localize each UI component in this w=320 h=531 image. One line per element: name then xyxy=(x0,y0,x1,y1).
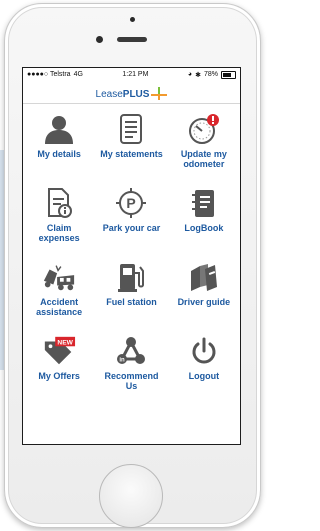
parking-icon: P xyxy=(114,186,148,220)
home-button[interactable] xyxy=(99,464,163,528)
menu-label: Recommend Us xyxy=(104,371,159,391)
bluetooth-icon: ✱ xyxy=(195,71,201,79)
menu-label: Accident assistance xyxy=(36,297,83,317)
menu-tile-driver-guide[interactable]: Driver guide xyxy=(168,260,240,334)
menu-tile-fuel-station[interactable]: Fuel station xyxy=(95,260,167,334)
svg-text:P: P xyxy=(127,195,136,211)
share-icon: in xyxy=(114,334,148,368)
logbook-icon xyxy=(187,186,221,220)
menu-label: Fuel station xyxy=(106,297,157,307)
tag-new-icon: NEW xyxy=(42,334,76,368)
menu-tile-logbook[interactable]: LogBook xyxy=(168,186,240,260)
person-icon xyxy=(42,112,76,146)
menu-label: Update my odometer xyxy=(180,149,227,169)
network-label: 4G xyxy=(73,71,83,78)
new-badge-text: NEW xyxy=(58,339,74,346)
battery-percent: 78% xyxy=(203,71,218,78)
front-camera xyxy=(96,36,103,43)
status-time: 1:21 PM xyxy=(122,71,149,78)
menu-tile-update-odometer[interactable]: Update my odometer xyxy=(168,112,240,186)
statement-icon xyxy=(114,112,148,146)
menu-grid: My details My statements Update my odome… xyxy=(23,104,240,408)
books-icon xyxy=(187,260,221,294)
carrier-label: ●●●●○ Telstra xyxy=(27,71,71,78)
menu-tile-claim-expenses[interactable]: Claim expenses xyxy=(23,186,95,260)
svg-text:in: in xyxy=(120,358,126,364)
menu-tile-my-statements[interactable]: My statements xyxy=(95,112,167,186)
status-left: ●●●●○ Telstra 4G xyxy=(27,71,83,78)
alarm-icon: ◕ xyxy=(187,71,193,78)
battery-icon xyxy=(221,70,236,79)
phone-top-dot xyxy=(130,17,135,22)
claim-document-icon xyxy=(42,186,76,220)
app-header: Lease PLUS xyxy=(23,81,240,104)
menu-label: My Offers xyxy=(38,371,80,381)
menu-label: Park your car xyxy=(102,223,161,233)
logo-lease-text: Lease xyxy=(95,89,123,100)
earpiece-speaker xyxy=(117,37,147,42)
menu-tile-logout[interactable]: Logout xyxy=(168,334,240,408)
status-right: ◕ ✱ 78% xyxy=(187,70,236,79)
app-screen: ●●●●○ Telstra 4G 1:21 PM ◕ ✱ 78% Lease P… xyxy=(22,67,241,445)
logo-plus-text: PLUS xyxy=(122,89,150,100)
menu-tile-recommend-us[interactable]: in Recommend Us xyxy=(95,334,167,408)
menu-tile-my-details[interactable]: My details xyxy=(23,112,95,186)
menu-label: My statements xyxy=(100,149,163,159)
menu-tile-park-your-car[interactable]: P Park your car xyxy=(95,186,167,260)
accident-icon xyxy=(42,260,76,294)
menu-label: LogBook xyxy=(184,223,224,233)
menu-tile-accident-assistance[interactable]: Accident assistance xyxy=(23,260,95,334)
power-icon xyxy=(187,334,221,368)
plus-logo-icon xyxy=(151,87,168,100)
menu-label: My details xyxy=(37,149,81,159)
menu-label: Driver guide xyxy=(177,297,231,307)
leaseplus-logo: Lease PLUS xyxy=(96,84,168,100)
menu-label: Claim expenses xyxy=(38,223,80,243)
menu-label: Logout xyxy=(188,371,220,381)
fuel-pump-icon xyxy=(114,260,148,294)
menu-tile-my-offers[interactable]: NEW My Offers xyxy=(23,334,95,408)
status-bar: ●●●●○ Telstra 4G 1:21 PM ◕ ✱ 78% xyxy=(23,68,240,81)
odometer-icon xyxy=(187,112,221,146)
